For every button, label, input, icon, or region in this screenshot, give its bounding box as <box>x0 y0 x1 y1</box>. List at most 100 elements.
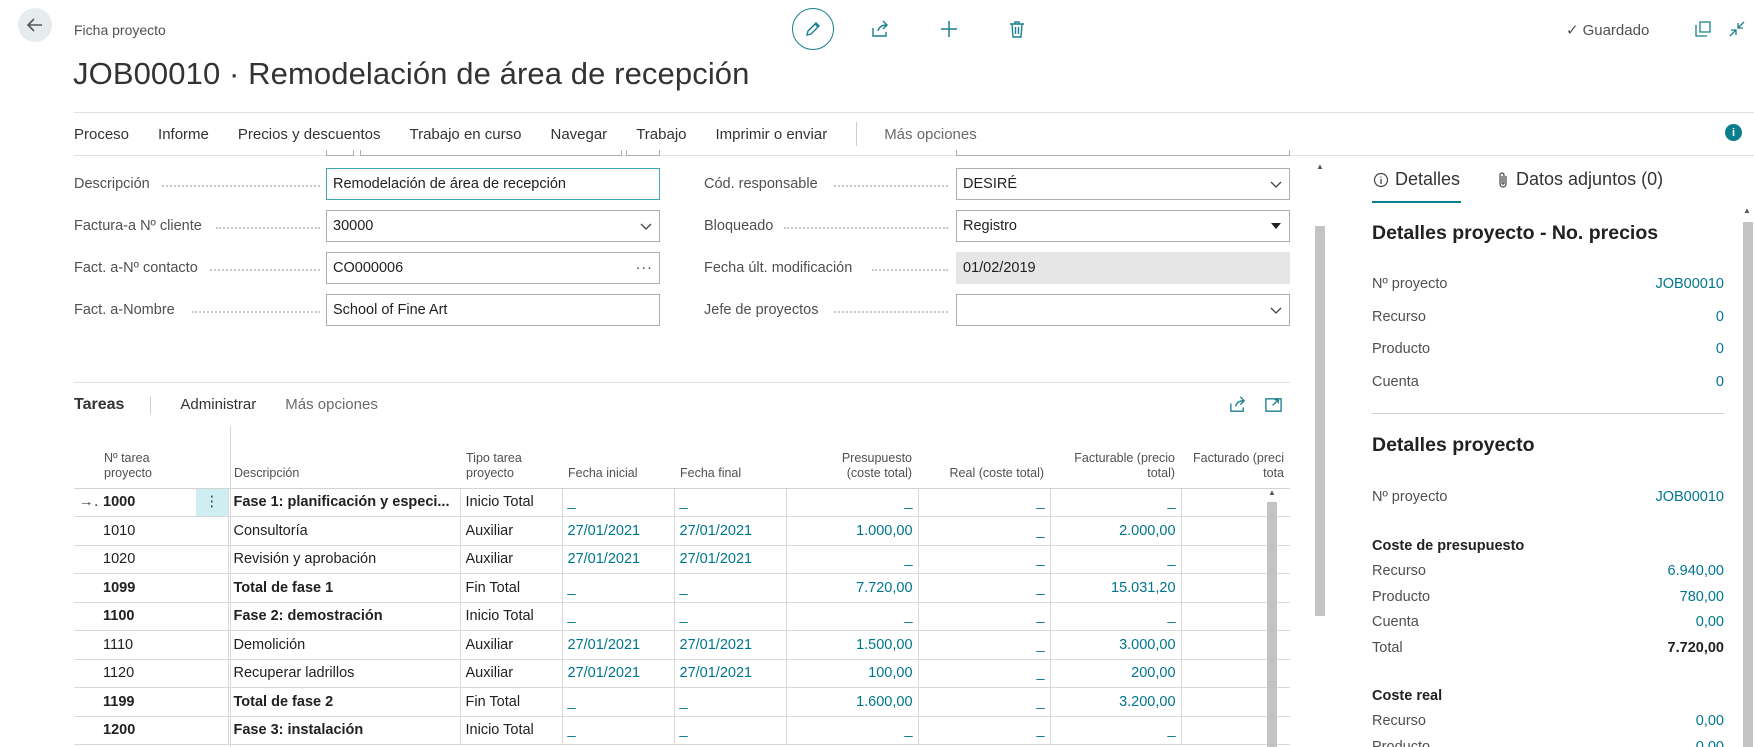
cell-no[interactable]: 1200 <box>98 716 196 745</box>
col-header-presupuesto[interactable]: Presupuesto (coste total) <box>786 446 919 489</box>
share-button[interactable] <box>869 18 891 40</box>
factbox-row: Producto 0,00 <box>1372 738 1724 747</box>
cell-tipo: Inicio Total <box>460 602 563 631</box>
action-trabajo-en-curso[interactable]: Trabajo en curso <box>409 126 521 143</box>
factbox-row: Cuenta 0,00 <box>1372 614 1724 630</box>
cell-tipo: Fin Total <box>460 687 563 717</box>
cell-descripcion[interactable]: Demolición <box>228 630 461 660</box>
bloqueado-select[interactable]: Registro <box>956 210 1290 242</box>
cell-no[interactable]: 1100 <box>98 602 196 631</box>
action-precios-descuentos[interactable]: Precios y descuentos <box>238 126 381 143</box>
factura-cliente-field[interactable]: 30000 <box>326 210 660 242</box>
pencil-icon <box>806 22 820 36</box>
cell-descripcion[interactable]: Fase 2: demostración <box>228 602 461 631</box>
field-label: Fact. a-Nombre <box>74 302 175 318</box>
plus-icon <box>941 21 957 37</box>
descripcion-field[interactable]: Remodelación de área de recepción <box>326 168 660 200</box>
cell-descripcion[interactable]: Recuperar ladrillos <box>228 659 461 688</box>
table-row[interactable]: 1020 Revisión y aprobación Auxiliar 27/01/2… <box>74 545 1291 574</box>
main-scrollbar[interactable] <box>1315 226 1325 616</box>
more-icon[interactable]: ··· <box>636 260 654 276</box>
factbox-row: Recurso 0 <box>1372 308 1724 325</box>
cell-presupuesto: 7.720,00 <box>786 573 919 603</box>
tasks-more-options[interactable]: Más opciones <box>285 396 378 413</box>
cell-no[interactable]: 1000 <box>98 488 196 517</box>
field-row-fecha-mod: Fecha últ. modificación <box>704 259 948 276</box>
jefe-proyectos-field[interactable] <box>956 294 1290 326</box>
table-row[interactable]: 1199 Total de fase 2 Fin Total _ _ 1.600,00 _ 3… <box>74 687 1291 717</box>
factbox-scrollbar[interactable] <box>1743 222 1753 747</box>
col-header-facturado[interactable]: Facturado (preci tota <box>1181 446 1291 489</box>
open-new-window-icon <box>1695 21 1711 37</box>
tasks-expand-button[interactable] <box>1262 393 1284 415</box>
row-actions <box>196 716 229 745</box>
edit-button[interactable] <box>792 8 834 50</box>
factbox-budget-list: Recurso 6.940,00 Producto 780,00 Cuenta … <box>1372 563 1724 665</box>
tab-datos-adjuntos[interactable]: Datos adjuntos (0) <box>1496 169 1663 190</box>
grid-scrollbar[interactable] <box>1267 502 1277 747</box>
chevron-down-icon <box>1270 307 1282 314</box>
cell-descripcion[interactable]: Total de fase 2 <box>228 687 461 717</box>
cell-descripcion[interactable]: Fase 3: instalación <box>228 716 461 745</box>
tasks-manage[interactable]: Administrar <box>180 396 256 413</box>
factbox-scroll-up-icon[interactable]: ▲ <box>1743 206 1751 215</box>
table-row[interactable]: 1120 Recuperar ladrillos Auxiliar 27/01/202… <box>74 659 1291 688</box>
table-row[interactable]: 1099 Total de fase 1 Fin Total _ _ 7.720,00 _ 1… <box>74 573 1291 603</box>
action-navegar[interactable]: Navegar <box>550 126 607 143</box>
col-header-real[interactable]: Real (coste total) <box>918 446 1051 489</box>
col-header-fecha-inicial[interactable]: Fecha inicial <box>562 446 675 489</box>
col-header-descripcion[interactable]: Descripción <box>228 446 461 489</box>
grid-scroll-up-icon[interactable]: ▲ <box>1268 488 1276 497</box>
cell-descripcion[interactable]: Consultoría <box>228 516 461 546</box>
table-row[interactable]: → 1000 ⋮ Fase 1: planificación y especi... I… <box>74 488 1291 517</box>
cell-fecha-final: _ <box>674 573 787 603</box>
table-row[interactable]: 1100 Fase 2: demostración Inicio Total _ _ _ _… <box>74 602 1291 631</box>
action-imprimir-enviar[interactable]: Imprimir o enviar <box>716 126 828 143</box>
cell-descripcion[interactable]: Total de fase 1 <box>228 573 461 603</box>
arrow-left-icon <box>26 18 42 32</box>
field-row-jefe: Jefe de proyectos <box>704 301 948 318</box>
scroll-up-icon[interactable]: ▲ <box>1316 162 1324 171</box>
action-proceso[interactable]: Proceso <box>74 126 129 143</box>
cell-no[interactable]: 1120 <box>98 659 196 688</box>
field-label: Jefe de proyectos <box>704 302 819 318</box>
tasks-title[interactable]: Tareas <box>74 395 152 414</box>
action-informe[interactable]: Informe <box>158 126 209 143</box>
cell-facturable: 200,00 <box>1050 659 1182 688</box>
cell-fecha-final: 27/01/2021 <box>674 630 787 660</box>
cell-no[interactable]: 1010 <box>98 516 196 546</box>
tasks-share-button[interactable] <box>1226 393 1248 415</box>
contacto-field[interactable]: CO000006 ··· <box>326 252 660 284</box>
cell-no[interactable]: 1099 <box>98 573 196 603</box>
col-header-facturable[interactable]: Facturable (precio total) <box>1050 446 1182 489</box>
cell-descripcion[interactable]: Fase 1: planificación y especi... <box>228 488 461 517</box>
table-row[interactable]: 1200 Fase 3: instalación Inicio Total _ _ _ _ _ <box>74 716 1291 745</box>
table-row[interactable]: 1010 Consultoría Auxiliar 27/01/2021 27/01/2… <box>74 516 1291 546</box>
col-header-tipo[interactable]: Tipo tarea proyecto <box>460 446 563 489</box>
responsable-field[interactable]: DESIRÉ <box>956 168 1290 200</box>
col-header-no[interactable]: Nº tarea proyecto <box>98 446 229 489</box>
action-trabajo[interactable]: Trabajo <box>636 126 686 143</box>
cell-no[interactable]: 1199 <box>98 687 196 717</box>
info-icon[interactable]: i <box>1725 124 1742 141</box>
cell-facturable: 15.031,20 <box>1050 573 1182 603</box>
nombre-field[interactable]: School of Fine Art <box>326 294 660 326</box>
col-header-fecha-final[interactable]: Fecha final <box>674 446 787 489</box>
tab-detalles[interactable]: Detalles <box>1373 169 1460 190</box>
cell-descripcion[interactable]: Revisión y aprobación <box>228 545 461 574</box>
cell-facturable: _ <box>1050 602 1182 631</box>
new-button[interactable] <box>938 18 960 40</box>
delete-button[interactable] <box>1006 18 1028 40</box>
cell-real: _ <box>918 630 1051 660</box>
cell-no[interactable]: 1110 <box>98 630 196 660</box>
cell-fecha-inicial: 27/01/2021 <box>562 659 675 688</box>
back-button[interactable] <box>18 8 52 42</box>
table-row[interactable]: 1110 Demolición Auxiliar 27/01/2021 27/01/20… <box>74 630 1291 660</box>
action-more-options[interactable]: Más opciones <box>884 126 977 143</box>
cell-no[interactable]: 1020 <box>98 545 196 574</box>
row-actions <box>196 516 229 546</box>
more-vertical-icon[interactable]: ⋮ <box>205 494 220 510</box>
field-label: Cód. responsable <box>704 176 818 192</box>
open-new-window-button[interactable] <box>1692 18 1714 40</box>
collapse-button[interactable] <box>1726 18 1748 40</box>
